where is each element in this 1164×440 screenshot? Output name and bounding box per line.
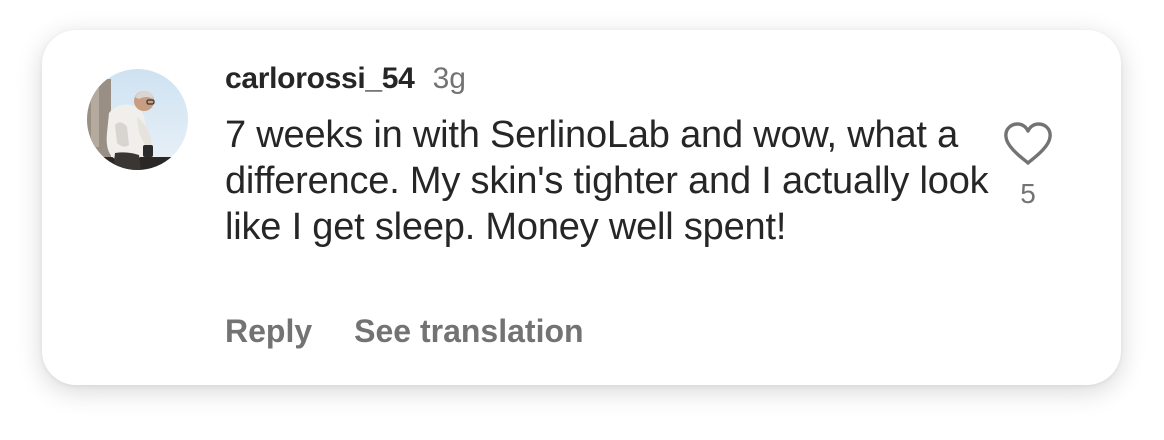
reply-button[interactable]: Reply: [225, 313, 312, 350]
comment-text: 7 weeks in with SerlinoLab and wow, what…: [225, 114, 989, 248]
timestamp: 3g: [432, 62, 466, 95]
comment-meta: carlorossi_54 3g: [225, 62, 995, 102]
comment-card: carlorossi_54 3g 7 weeks in with Serlino…: [42, 30, 1121, 385]
avatar-photo: [87, 69, 188, 170]
comment-content: carlorossi_54 3g 7 weeks in with Serlino…: [225, 62, 995, 250]
like-count: 5: [1020, 178, 1036, 209]
heart-outline-icon[interactable]: [1003, 122, 1053, 166]
comment-actions: Reply See translation: [225, 313, 584, 350]
avatar[interactable]: [87, 69, 188, 170]
username[interactable]: carlorossi_54: [225, 62, 415, 96]
see-translation-button[interactable]: See translation: [354, 313, 583, 350]
like-area: 5: [1000, 122, 1056, 210]
